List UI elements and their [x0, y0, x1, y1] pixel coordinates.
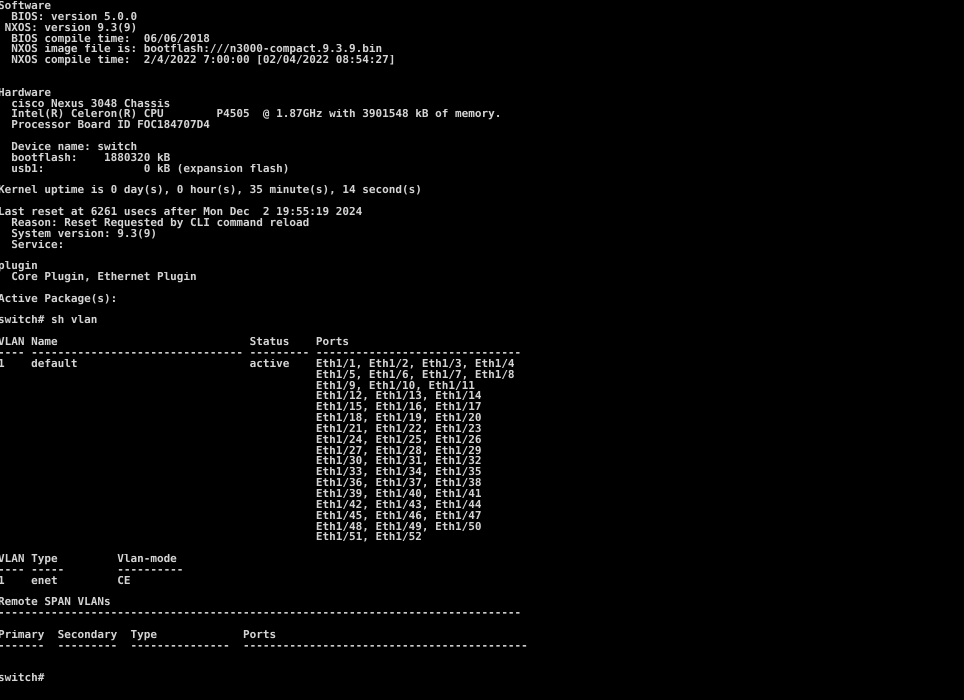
terminal-line: Service:: [0, 239, 65, 251]
terminal-line: Eth1/36, Eth1/37, Eth1/38: [0, 478, 482, 489]
terminal-line: Eth1/48, Eth1/49, Eth1/50: [0, 521, 482, 533]
terminal-line: Reason: Reset Requested by CLI command r…: [0, 217, 310, 229]
terminal-line: 1 enet CE: [0, 575, 131, 587]
terminal-line: 1 default active Eth1/1, Eth1/2, Eth1/3,…: [0, 358, 515, 370]
terminal-line: Eth1/42, Eth1/43, Eth1/44: [0, 499, 482, 511]
terminal-line: Primary Secondary Type Ports: [0, 629, 277, 641]
terminal-line: switch#: [0, 673, 45, 685]
terminal-line: Eth1/24, Eth1/25, Eth1/26: [0, 434, 482, 446]
terminal-line: ---- -------------------------------- --…: [0, 348, 522, 359]
terminal-line: ----------------------------------------…: [0, 608, 522, 620]
terminal-line: Eth1/30, Eth1/31, Eth1/32: [0, 456, 482, 468]
terminal-line: Last reset at 6261 usecs after Mon Dec 2…: [0, 207, 363, 218]
terminal-line: NXOS image file is: bootflash:///n3000-c…: [0, 44, 383, 56]
terminal-line: Eth1/5, Eth1/6, Eth1/7, Eth1/8: [0, 369, 515, 381]
terminal-line: Hardware: [0, 87, 51, 99]
terminal-line: NXOS compile time: 2/4/2022 7:00:00 [02/…: [0, 55, 396, 67]
terminal-line: Eth1/51, Eth1/52: [0, 532, 422, 544]
terminal-line: Software: [0, 1, 51, 12]
terminal-line: Eth1/33, Eth1/34, Eth1/35: [0, 467, 482, 479]
terminal-line: ---- ----- ----------: [0, 564, 184, 576]
terminal-line: Eth1/27, Eth1/28, Eth1/29: [0, 445, 482, 457]
terminal-line: Eth1/12, Eth1/13, Eth1/14: [0, 391, 482, 403]
terminal-screen[interactable]: Software BIOS: version 5.0.0 NXOS: versi…: [0, 0, 964, 700]
terminal-line: Eth1/21, Eth1/22, Eth1/23: [0, 423, 482, 435]
terminal-line: switch# sh vlan: [0, 315, 98, 327]
terminal-line: Active Package(s):: [0, 293, 118, 305]
terminal-line: BIOS: version 5.0.0: [0, 11, 138, 23]
terminal-line: Processor Board ID FOC184707D4: [0, 120, 210, 132]
terminal-line: VLAN Type Vlan-mode: [0, 554, 177, 565]
terminal-line: Eth1/15, Eth1/16, Eth1/17: [0, 402, 482, 414]
terminal-line: Eth1/9, Eth1/10, Eth1/11: [0, 380, 475, 392]
terminal-output[interactable]: Software BIOS: version 5.0.0 NXOS: versi…: [0, 1, 964, 684]
terminal-line: Core Plugin, Ethernet Plugin: [0, 272, 197, 283]
terminal-line: NXOS: version 9.3(9): [0, 22, 138, 34]
terminal-line: Remote SPAN VLANs: [0, 597, 111, 609]
terminal-line: Device name: switch: [0, 141, 138, 153]
terminal-line: cisco Nexus 3048 Chassis: [0, 98, 171, 110]
terminal-line: VLAN Name Status Ports: [0, 337, 349, 348]
terminal-line: bootflash: 1880320 kB: [0, 152, 171, 164]
terminal-line: System version: 9.3(9): [0, 228, 157, 240]
terminal-line: Intel(R) Celeron(R) CPU P4505 @ 1.87GHz …: [0, 109, 502, 121]
terminal-line: BIOS compile time: 06/06/2018: [0, 33, 210, 45]
terminal-line: plugin: [0, 261, 38, 273]
terminal-line: Eth1/45, Eth1/46, Eth1/47: [0, 510, 482, 522]
terminal-line: usb1: 0 kB (expansion flash): [0, 163, 290, 175]
terminal-line: Eth1/18, Eth1/19, Eth1/20: [0, 413, 482, 424]
terminal-line: Kernel uptime is 0 day(s), 0 hour(s), 35…: [0, 185, 422, 197]
terminal-line: Eth1/39, Eth1/40, Eth1/41: [0, 488, 482, 500]
terminal-line: ------- --------- --------------- ------…: [0, 640, 528, 652]
